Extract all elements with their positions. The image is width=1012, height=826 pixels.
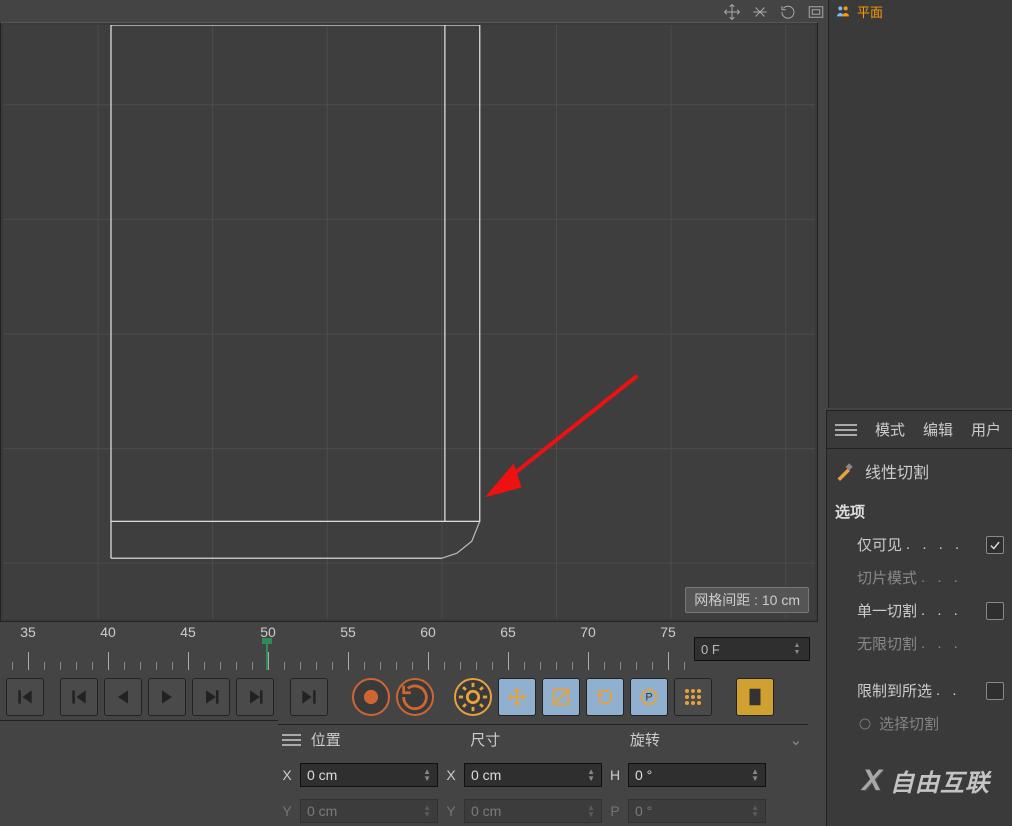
option-single-cut[interactable]: 单一切割 . . . <box>827 594 1012 627</box>
next-frame-button[interactable] <box>192 678 230 716</box>
key-selection-button[interactable] <box>674 678 712 716</box>
svg-text:P: P <box>645 692 652 704</box>
rotation-h-field[interactable]: 0 °▲▼ <box>628 763 766 787</box>
size-x-field[interactable]: 0 cm▲▼ <box>464 763 602 787</box>
position-x-field[interactable]: 0 cm▲▼ <box>300 763 438 787</box>
tab-user[interactable]: 用户 <box>971 419 1001 440</box>
knife-icon <box>835 461 855 481</box>
ruler-tick: 65 <box>500 624 516 640</box>
ruler-tick: 45 <box>180 624 196 640</box>
option-infinite-cut: 无限切割 . . . <box>827 627 1012 660</box>
rotation-header: 旋转 <box>630 729 780 750</box>
goto-start-button[interactable] <box>6 678 44 716</box>
position-toggle[interactable] <box>498 678 536 716</box>
timeline-cursor[interactable] <box>266 644 268 670</box>
frame-icon[interactable] <box>806 2 826 22</box>
position-y-field[interactable]: 0 cm▲▼ <box>300 799 438 823</box>
scale-toggle[interactable] <box>542 678 580 716</box>
parameter-toggle[interactable]: P <box>630 678 668 716</box>
record-key-button[interactable] <box>352 678 390 716</box>
ruler-tick: 75 <box>660 624 676 640</box>
option-limit-to-selection[interactable]: 限制到所选 . . <box>827 674 1012 707</box>
section-options: 选项 <box>827 493 1012 528</box>
key-options-button[interactable] <box>454 678 492 716</box>
axis-label: Y <box>442 803 460 819</box>
hamburger-icon[interactable] <box>282 734 301 746</box>
axis-label: X <box>278 767 296 783</box>
rotation-toggle[interactable] <box>586 678 624 716</box>
move-icon[interactable] <box>722 2 742 22</box>
prev-frame-button[interactable] <box>104 678 142 716</box>
grid-spacing-label: 网格间距 : 10 cm <box>685 587 809 613</box>
axis-label: P <box>606 803 624 819</box>
chevron-down-icon[interactable]: ⌄ <box>789 731 802 749</box>
watermark: X自由互联 <box>862 763 990 798</box>
goto-end-button[interactable] <box>290 678 328 716</box>
prev-key-button[interactable] <box>60 678 98 716</box>
current-frame-field[interactable]: 0 F ▲▼ <box>694 637 810 661</box>
rotate-icon[interactable] <box>778 2 798 22</box>
checkbox[interactable] <box>986 682 1004 700</box>
checkbox[interactable] <box>986 536 1004 554</box>
size-y-field[interactable]: 0 cm▲▼ <box>464 799 602 823</box>
option-visible-only[interactable]: 仅可见 . . . . <box>827 528 1012 561</box>
next-key-button[interactable] <box>236 678 274 716</box>
current-frame-value: 0 F <box>701 642 720 657</box>
option-select-cut[interactable]: 选择切割 <box>827 707 1012 740</box>
make-preview-button[interactable] <box>736 678 774 716</box>
axis-label: Y <box>278 803 296 819</box>
timeline-ruler[interactable]: 354045505560657075 <box>0 624 812 674</box>
coordinates-panel: 位置 尺寸 旋转 ⌄ X 0 cm▲▼ X 0 cm▲▼ H 0 °▲▼ Y 0… <box>278 724 808 826</box>
ruler-tick: 70 <box>580 624 596 640</box>
ruler-tick: 40 <box>100 624 116 640</box>
axis-label: H <box>606 767 624 783</box>
tab-mode[interactable]: 模式 <box>875 419 905 440</box>
object-label[interactable]: 平面 <box>857 2 883 21</box>
zoom-icon[interactable] <box>750 2 770 22</box>
radio-icon <box>857 716 873 732</box>
tool-name: 线性切割 <box>865 459 929 483</box>
checkbox[interactable] <box>986 602 1004 620</box>
axis-label: X <box>442 767 460 783</box>
tab-edit[interactable]: 编辑 <box>923 419 953 440</box>
size-header: 尺寸 <box>470 729 620 750</box>
object-manager-panel: 平面 <box>828 0 1012 408</box>
position-header: 位置 <box>311 729 461 750</box>
play-button[interactable] <box>148 678 186 716</box>
hamburger-icon[interactable] <box>835 424 857 436</box>
autokey-button[interactable] <box>396 678 434 716</box>
option-slice-mode: 切片模式 . . . <box>827 561 1012 594</box>
ruler-tick: 60 <box>420 624 436 640</box>
rotation-p-field[interactable]: 0 °▲▼ <box>628 799 766 823</box>
users-icon <box>835 3 851 19</box>
viewport[interactable]: 网格间距 : 10 cm <box>0 22 818 622</box>
ruler-tick: 35 <box>20 624 36 640</box>
ruler-tick: 55 <box>340 624 356 640</box>
